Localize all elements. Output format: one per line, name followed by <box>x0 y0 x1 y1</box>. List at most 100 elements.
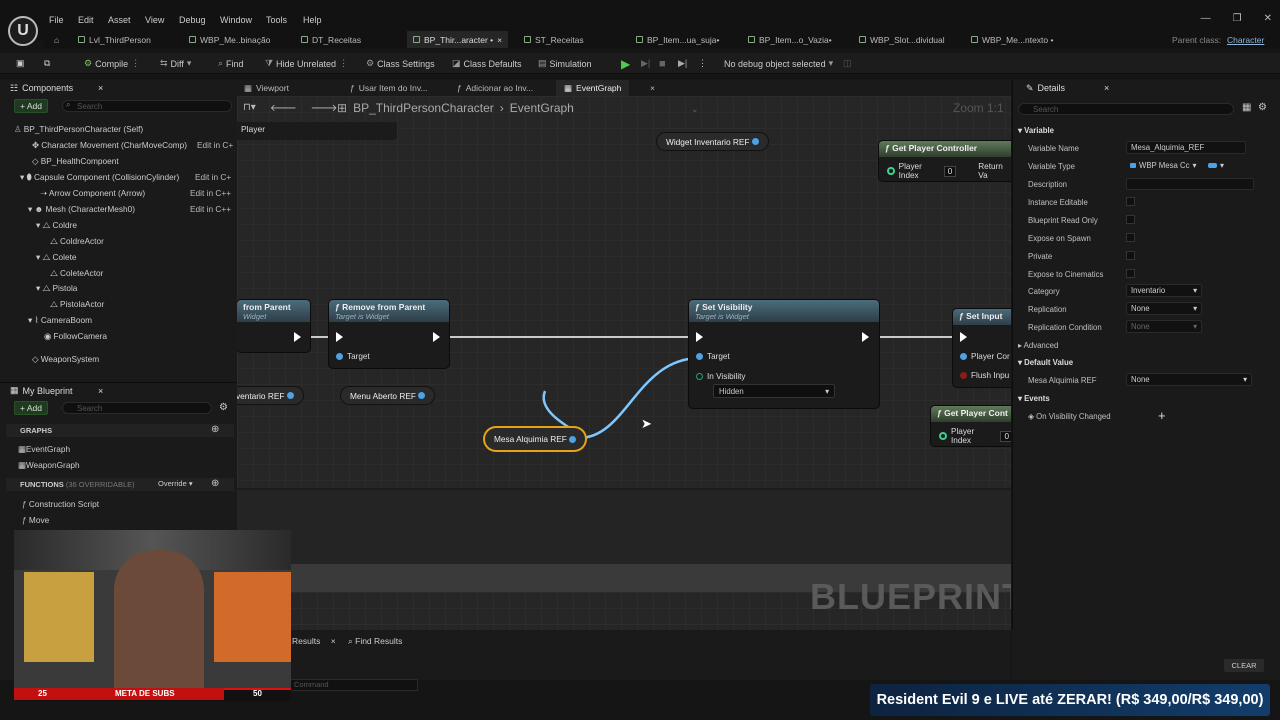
component-item[interactable]: ✥ Character Movement (CharMoveComp) <box>32 140 187 150</box>
close-tab-icon[interactable]: × <box>497 35 502 45</box>
console-command-input[interactable]: Command <box>290 679 418 691</box>
simulation-button[interactable]: ▤ Simulation <box>538 53 592 74</box>
component-item[interactable]: ▾ ☻ Mesh (CharacterMesh0) <box>28 204 135 214</box>
component-item[interactable]: ⧍ ColdreActor <box>50 236 104 247</box>
menu-tools[interactable]: Tools <box>266 15 287 25</box>
gear-icon[interactable]: ⚙ <box>1258 102 1267 113</box>
object-pin[interactable] <box>286 392 294 399</box>
exec-out-pin[interactable] <box>862 332 869 344</box>
component-item[interactable]: ▾ ⌇ CameraBoom <box>28 315 92 325</box>
functions-section[interactable]: FUNCTIONS (36 OVERRIDABLE) <box>6 478 234 491</box>
exec-out-pin[interactable] <box>294 332 301 344</box>
graph-item[interactable]: ▦EventGraph <box>18 444 70 454</box>
get-player-controller-node-2[interactable]: ƒ Get Player Cont Player Index 0 <box>931 406 1011 446</box>
menu-help[interactable]: Help <box>303 15 322 25</box>
inventario-ref-node[interactable]: ventario REF <box>237 387 303 404</box>
close-tab-icon[interactable]: × <box>331 636 336 646</box>
parent-class-link[interactable]: Character <box>1227 31 1264 48</box>
close-window-icon[interactable]: ✕ <box>1264 13 1272 24</box>
table-view-icon[interactable]: ▦ <box>1242 102 1251 113</box>
description-input[interactable] <box>1126 178 1254 190</box>
component-item[interactable]: ◇ WeaponSystem <box>32 354 99 364</box>
component-item[interactable]: ➝ Arrow Component (Arrow) <box>40 188 145 198</box>
menu-edit[interactable]: Edit <box>78 15 94 25</box>
exec-out-pin[interactable] <box>433 332 440 344</box>
instance-editable-checkbox[interactable] <box>1126 197 1135 206</box>
object-pin[interactable] <box>569 435 577 443</box>
remove-from-parent-node[interactable]: ƒ Remove from Parent Target is Widget Tar… <box>329 300 449 368</box>
browse-icon[interactable]: ⧉ <box>44 53 50 74</box>
close-panel-icon[interactable]: × <box>98 83 103 93</box>
variable-section[interactable]: ▾ Variable <box>1018 126 1054 135</box>
set-input-node[interactable]: ƒ Set Input Player Cor Flush Inpu <box>953 309 1011 387</box>
graph-tab[interactable]: ƒ Adicionar ao Inv... <box>457 80 533 96</box>
close-tab-icon[interactable]: × <box>650 80 655 96</box>
player-index-input[interactable]: 0 <box>943 165 957 177</box>
add-graph-icon[interactable]: ⊕ <box>211 424 219 435</box>
add-event-icon[interactable]: + <box>1158 408 1166 423</box>
diff-button[interactable]: ⇆ Diff ▾ <box>160 53 191 74</box>
maximize-icon[interactable]: ❐ <box>1233 13 1242 24</box>
save-icon[interactable]: ▣ <box>16 53 25 74</box>
int-pin[interactable] <box>887 167 895 175</box>
doc-tab[interactable]: BP_Item...ua_suja• <box>636 31 719 48</box>
step-icon[interactable]: ▶| <box>641 53 650 74</box>
get-player-controller-node[interactable]: ƒ Get Player Controller Player Index 0 Ret… <box>879 141 1011 181</box>
edit-in-cpp-link[interactable]: Edit in C+ <box>195 172 231 182</box>
default-value-select[interactable]: None ▾ <box>1126 373 1252 386</box>
remove-from-parent-node-left[interactable]: from Parent Widget <box>237 300 310 352</box>
events-section[interactable]: ▾ Events <box>1018 394 1050 403</box>
minimize-icon[interactable]: — <box>1201 13 1211 24</box>
details-search-input[interactable]: Search <box>1018 103 1234 115</box>
component-item[interactable]: ⧍ PistolaActor <box>50 299 104 310</box>
unreal-logo-icon[interactable]: U <box>8 16 38 46</box>
close-panel-icon[interactable]: × <box>1104 83 1109 93</box>
gear-icon[interactable]: ⚙ <box>219 402 228 413</box>
eject-icon[interactable]: ▶| <box>678 53 687 74</box>
menu-file[interactable]: File <box>49 15 64 25</box>
doc-tab[interactable]: BP_Item...o_Vazia• <box>748 31 832 48</box>
private-checkbox[interactable] <box>1126 251 1135 260</box>
component-item[interactable]: ▾ ⧍ Colete <box>36 252 77 263</box>
edit-in-cpp-link[interactable]: Edit in C+ <box>197 140 233 150</box>
replication-select[interactable]: None ▾ <box>1126 302 1202 315</box>
visibility-dropdown[interactable]: Hidden ▾ <box>713 384 835 398</box>
menu-aberto-ref-node[interactable]: Menu Aberto REF <box>341 387 435 404</box>
mesa-alquimia-ref-node[interactable]: Mesa Alquimia REF <box>485 428 586 450</box>
default-value-section[interactable]: ▾ Default Value <box>1018 358 1073 367</box>
advanced-toggle[interactable]: ▸ Advanced <box>1018 341 1058 350</box>
container-type-select[interactable]: ▾ <box>1204 159 1228 172</box>
variable-name-input[interactable]: Mesa_Alquimia_REF <box>1126 141 1246 154</box>
debug-filter-icon[interactable]: ◫ <box>843 53 852 74</box>
menu-debug[interactable]: Debug <box>179 15 206 25</box>
blueprint-read-only-checkbox[interactable] <box>1126 215 1135 224</box>
edit-in-cpp-link[interactable]: Edit in C++ <box>190 204 231 214</box>
more-icon[interactable]: ⋮ <box>698 53 707 74</box>
doc-tab[interactable]: WBP_Me..binação <box>189 31 270 48</box>
graph-tab[interactable]: ▦ Viewport <box>244 80 289 96</box>
clear-button[interactable]: CLEAR <box>1224 659 1264 672</box>
blueprint-search-input[interactable]: Search <box>62 402 212 414</box>
doc-tab[interactable]: WBP_Slot...dividual <box>859 31 945 48</box>
expose-on-spawn-checkbox[interactable] <box>1126 233 1135 242</box>
exec-in-pin[interactable] <box>696 332 703 344</box>
play-icon[interactable]: ▶ <box>621 53 630 74</box>
add-function-icon[interactable]: ⊕ <box>211 478 219 489</box>
graph-tab[interactable]: ƒ Usar Item do Inv... <box>350 80 428 96</box>
graphs-section[interactable]: GRAPHS <box>6 424 234 437</box>
close-panel-icon[interactable]: × <box>98 386 103 396</box>
hide-unrelated-button[interactable]: ⧩ Hide Unrelated ⋮ <box>265 53 348 74</box>
component-root[interactable]: ♙ BP_ThirdPersonCharacter (Self) <box>14 124 143 134</box>
flush-input-pin[interactable]: Flush Inpu <box>960 371 1009 380</box>
stop-icon[interactable]: ■ <box>659 53 666 74</box>
class-defaults-button[interactable]: ◪ Class Defaults <box>452 53 522 74</box>
results-tab[interactable]: Results × <box>292 636 336 646</box>
menu-asset[interactable]: Asset <box>108 15 131 25</box>
find-results-tab[interactable]: ⌕ Find Results <box>348 636 402 647</box>
set-visibility-node[interactable]: ƒ Set Visibility Target is Widget Target … <box>689 300 879 408</box>
component-item[interactable]: ▾ ⧍ Pistola <box>36 283 77 294</box>
doc-tab-active[interactable]: BP_Thir...aracter • × <box>407 31 509 48</box>
add-member-button[interactable]: + Add <box>14 401 48 415</box>
widget-inventario-ref-node[interactable]: Widget Inventario REF <box>657 133 768 150</box>
object-pin[interactable] <box>751 138 759 145</box>
